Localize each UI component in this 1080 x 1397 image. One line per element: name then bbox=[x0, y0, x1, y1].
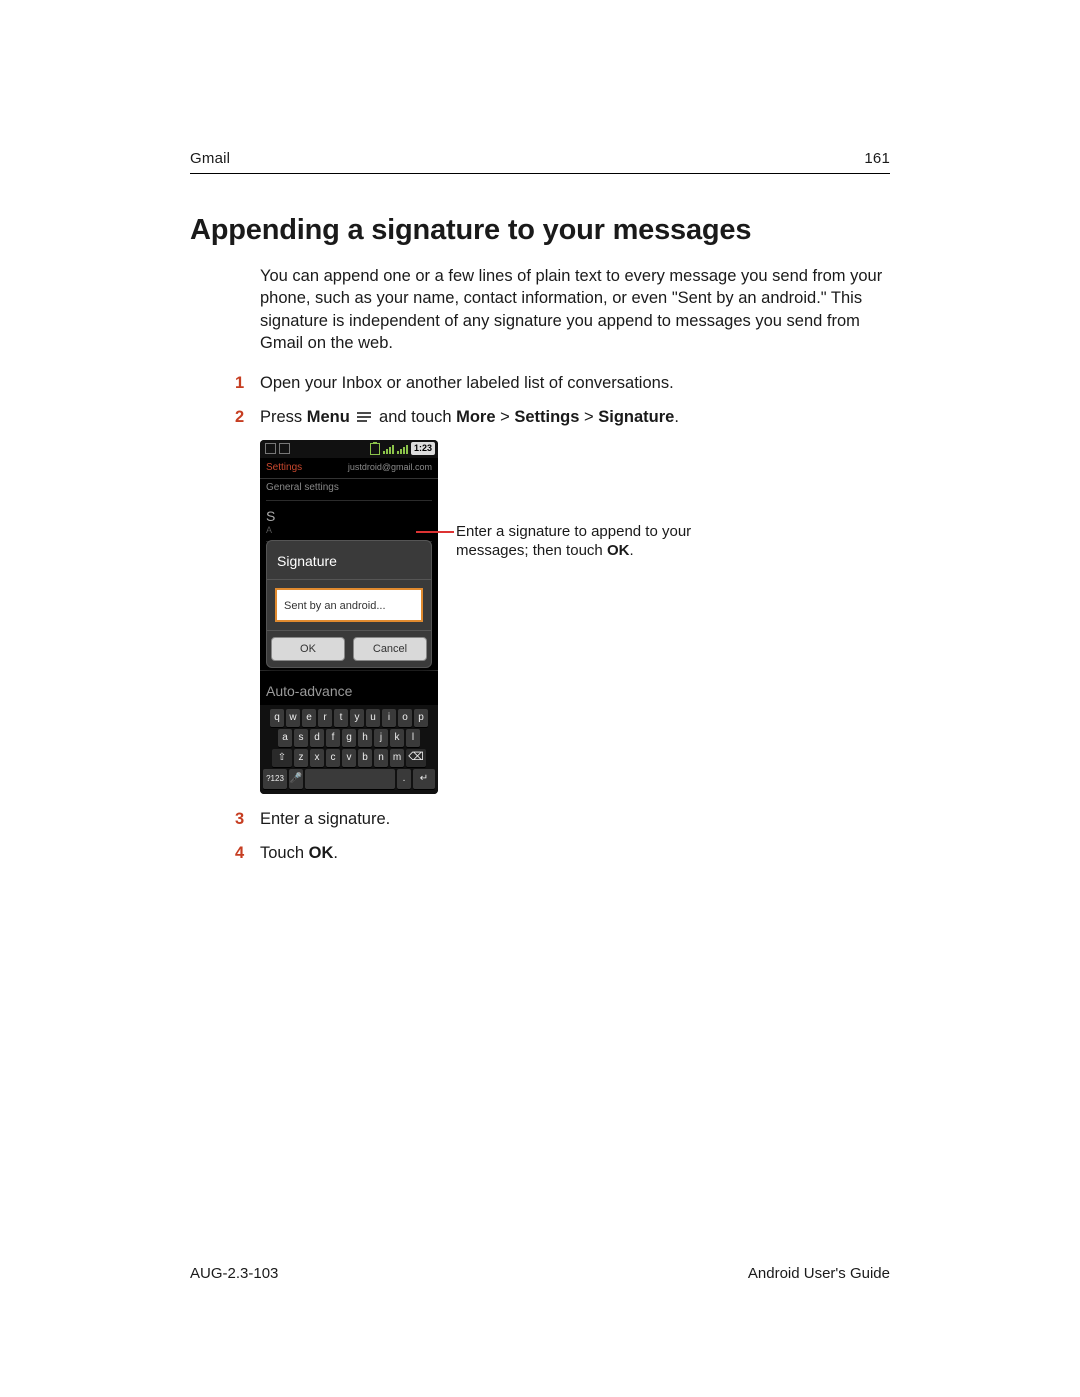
key-l[interactable]: l bbox=[406, 729, 420, 747]
kbd-row-3: ⇧ z x c v b n m ⌫ bbox=[263, 749, 435, 767]
kbd-row-4: ?123 🎤 . ↵ bbox=[263, 769, 435, 789]
callout-ok: OK bbox=[607, 542, 630, 559]
step2-period: . bbox=[674, 408, 679, 426]
step2-signature: Signature bbox=[598, 408, 674, 426]
status-left-icon-2 bbox=[279, 443, 290, 454]
status-bar: 1:23 bbox=[260, 440, 438, 458]
key-d[interactable]: d bbox=[310, 729, 324, 747]
key-i[interactable]: i bbox=[382, 709, 396, 727]
key-p[interactable]: p bbox=[414, 709, 428, 727]
callout-end: . bbox=[629, 542, 633, 559]
callout-line2: messages; then touch bbox=[456, 542, 607, 559]
key-v[interactable]: v bbox=[342, 749, 356, 767]
key-m[interactable]: m bbox=[390, 749, 404, 767]
key-x[interactable]: x bbox=[310, 749, 324, 767]
dialog-title: Signature bbox=[267, 541, 431, 580]
signature-input-wrap bbox=[275, 588, 423, 622]
ok-button[interactable]: OK bbox=[271, 637, 345, 661]
key-u[interactable]: u bbox=[366, 709, 380, 727]
step2-text-a: Press bbox=[260, 408, 307, 426]
signature-input[interactable] bbox=[282, 599, 420, 613]
key-mic[interactable]: 🎤 bbox=[289, 769, 303, 789]
key-c[interactable]: c bbox=[326, 749, 340, 767]
step2-gt1: > bbox=[496, 408, 515, 426]
step-4: Touch OK. bbox=[260, 842, 890, 866]
key-b[interactable]: b bbox=[358, 749, 372, 767]
key-g[interactable]: g bbox=[342, 729, 356, 747]
cancel-button[interactable]: Cancel bbox=[353, 637, 427, 661]
key-space[interactable] bbox=[305, 769, 395, 789]
account-email: justdroid@gmail.com bbox=[348, 461, 432, 476]
menu-icon bbox=[357, 410, 371, 424]
key-e[interactable]: e bbox=[302, 709, 316, 727]
bg-row1-sub: A bbox=[266, 526, 432, 536]
step4-b: . bbox=[333, 844, 338, 862]
battery-icon bbox=[370, 443, 380, 455]
signal-icon bbox=[383, 444, 394, 454]
callout: Enter a signature to append to your mess… bbox=[456, 440, 890, 794]
key-j[interactable]: j bbox=[374, 729, 388, 747]
key-backspace[interactable]: ⌫ bbox=[406, 749, 426, 767]
phone-screenshot: 1:23 Settings justdroid@gmail.com Genera… bbox=[260, 440, 438, 794]
key-y[interactable]: y bbox=[350, 709, 364, 727]
page-title: Appending a signature to your messages bbox=[190, 214, 890, 247]
step4-a: Touch bbox=[260, 844, 309, 862]
step2-gt2: > bbox=[579, 408, 598, 426]
key-s[interactable]: s bbox=[294, 729, 308, 747]
key-q[interactable]: q bbox=[270, 709, 284, 727]
step4-ok: OK bbox=[309, 844, 334, 862]
callout-line1: Enter a signature to append to your bbox=[456, 523, 691, 540]
header-section: Gmail bbox=[190, 150, 230, 167]
key-f[interactable]: f bbox=[326, 729, 340, 747]
footer-left: AUG-2.3-103 bbox=[190, 1265, 278, 1282]
step-2: Press Menu and touch More > Settings > S… bbox=[260, 406, 890, 794]
key-h[interactable]: h bbox=[358, 729, 372, 747]
page-number: 161 bbox=[864, 150, 890, 167]
key-r[interactable]: r bbox=[318, 709, 332, 727]
step2-text-b: and touch bbox=[374, 408, 456, 426]
key-k[interactable]: k bbox=[390, 729, 404, 747]
kbd-row-2: a s d f g h j k l bbox=[263, 729, 435, 747]
general-settings-label: General settings bbox=[260, 479, 438, 500]
key-period[interactable]: . bbox=[397, 769, 411, 789]
key-n[interactable]: n bbox=[374, 749, 388, 767]
bg-row1-title: S bbox=[266, 506, 432, 526]
step2-more: More bbox=[456, 408, 495, 426]
step2-menu-word: Menu bbox=[307, 408, 350, 426]
key-o[interactable]: o bbox=[398, 709, 412, 727]
key-w[interactable]: w bbox=[286, 709, 300, 727]
key-enter[interactable]: ↵ bbox=[413, 769, 435, 789]
auto-advance-row: Auto-advance bbox=[260, 670, 438, 705]
step2-settings: Settings bbox=[514, 408, 579, 426]
key-shift[interactable]: ⇧ bbox=[272, 749, 292, 767]
kbd-row-1: q w e r t y u i o p bbox=[263, 709, 435, 727]
key-a[interactable]: a bbox=[278, 729, 292, 747]
step-1: Open your Inbox or another labeled list … bbox=[260, 372, 890, 396]
key-t[interactable]: t bbox=[334, 709, 348, 727]
status-time: 1:23 bbox=[411, 442, 435, 455]
soft-keyboard: q w e r t y u i o p a bbox=[260, 705, 438, 794]
key-z[interactable]: z bbox=[294, 749, 308, 767]
signature-dialog: Signature OK Cancel bbox=[266, 540, 432, 668]
status-left-icon bbox=[265, 443, 276, 454]
intro-paragraph: You can append one or a few lines of pla… bbox=[260, 265, 890, 354]
signal-icon-2 bbox=[397, 444, 408, 454]
footer-right: Android User's Guide bbox=[748, 1265, 890, 1282]
step-3: Enter a signature. bbox=[260, 808, 890, 832]
key-symbols[interactable]: ?123 bbox=[263, 769, 287, 789]
settings-label: Settings bbox=[266, 461, 302, 476]
